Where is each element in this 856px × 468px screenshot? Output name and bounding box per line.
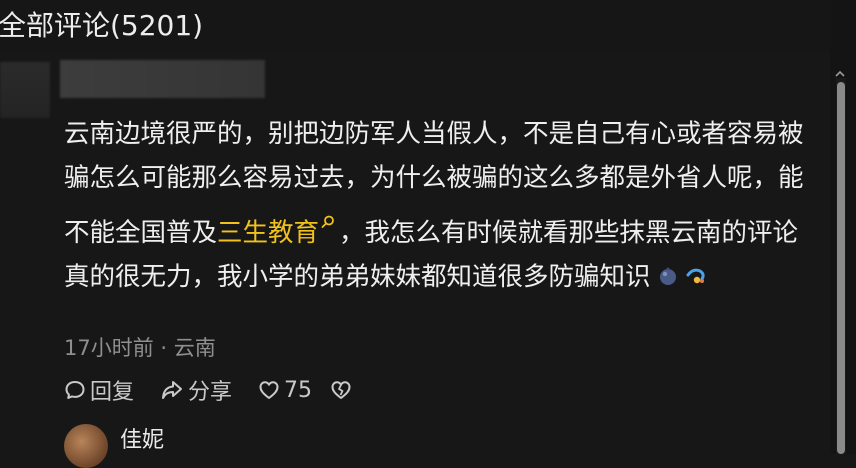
reply-label[interactable]: 回复 xyxy=(90,374,134,406)
comment-meta: 17小时前 · 云南 xyxy=(64,336,216,360)
share-arrow-icon xyxy=(162,381,183,399)
highlight-link[interactable]: 三生教育 xyxy=(217,215,339,248)
blueberry-emoji-icon xyxy=(657,258,679,285)
scrollbar-thumb[interactable] xyxy=(837,82,845,454)
blurred-username xyxy=(60,60,265,98)
dislike-button[interactable] xyxy=(330,379,356,401)
chat-bubble-icon xyxy=(65,381,85,399)
heart-icon xyxy=(259,381,279,399)
next-comment-avatar[interactable] xyxy=(64,424,108,468)
broken-heart-icon xyxy=(331,381,351,399)
scroll-up-arrow-icon[interactable] xyxy=(835,64,845,77)
highlight-link-text[interactable]: 三生教育 xyxy=(217,218,319,248)
share-label[interactable]: 分享 xyxy=(188,374,232,406)
like-button[interactable]: 75 xyxy=(258,378,312,403)
search-icon[interactable] xyxy=(321,200,339,228)
like-count[interactable]: 75 xyxy=(284,378,312,403)
comment-text: 云南边境很严的，别把边防军人当假人，不是自己有心或者容易被骗怎么可能那么容易过去… xyxy=(64,113,804,299)
comment-actions: 回复 分享 75 xyxy=(64,374,382,406)
comments-title: 全部评论(5201) xyxy=(0,9,204,42)
reply-button[interactable]: 回复 xyxy=(64,374,134,406)
blurred-avatar xyxy=(0,62,50,118)
next-comment-author[interactable]: 佳妮 xyxy=(120,426,164,456)
comments-header: 全部评论(5201) xyxy=(0,0,830,52)
share-button[interactable]: 分享 xyxy=(160,374,232,406)
blue-swirl-emoji-icon xyxy=(685,258,707,283)
